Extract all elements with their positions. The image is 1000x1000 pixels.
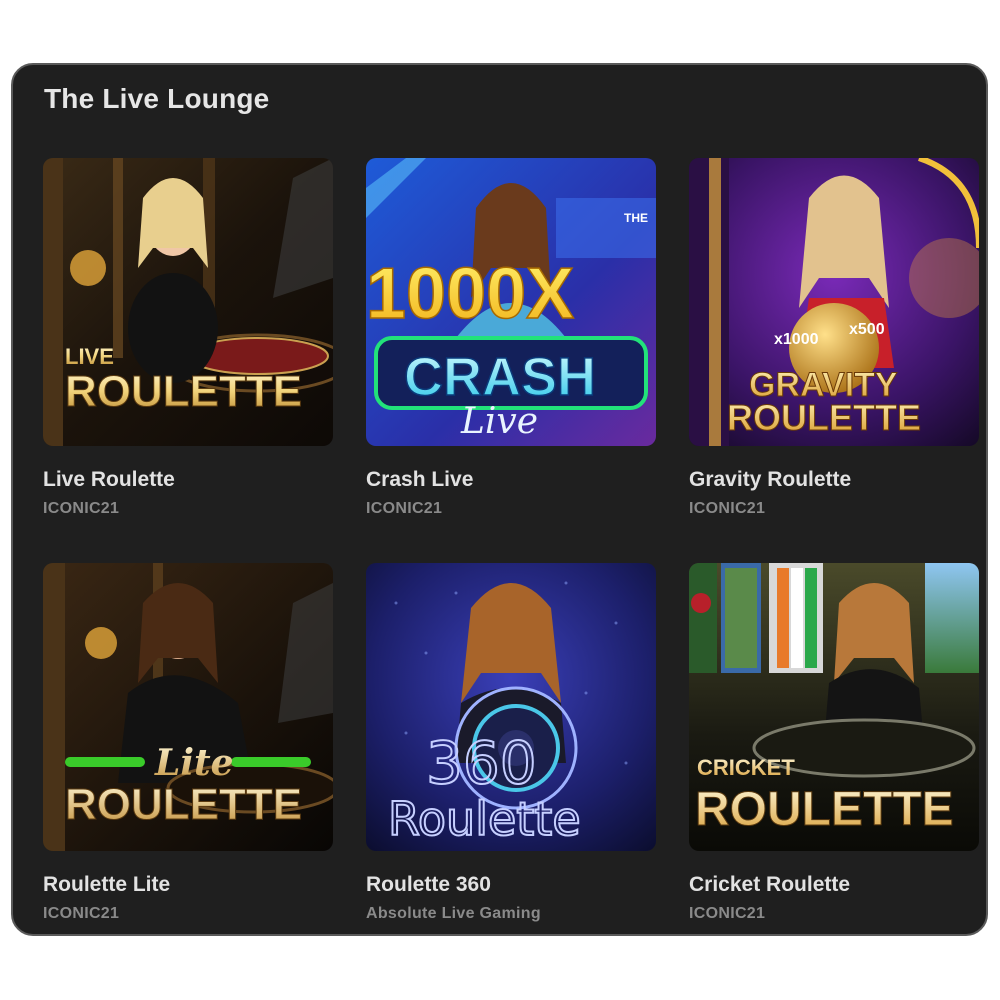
svg-text:THE: THE — [624, 211, 648, 225]
logo-big-text: ROULETTE — [65, 780, 302, 829]
logo-small-text: LIVE — [65, 344, 114, 369]
logo-script-text: Live — [460, 401, 538, 442]
game-name[interactable]: Crash Live — [366, 468, 473, 492]
game-card-roulette-360[interactable]: 360 Roulette Roulette 360 Absolute Live … — [366, 563, 656, 922]
live-lounge-panel: The Live Lounge LIVE ROULETTE Live Roule… — [11, 63, 988, 936]
game-name[interactable]: Live Roulette — [43, 468, 175, 492]
game-provider: ICONIC21 — [43, 905, 120, 922]
game-name[interactable]: Gravity Roulette — [689, 468, 851, 492]
logo-multiplier-text: 1000X — [366, 254, 574, 334]
game-card-roulette-lite[interactable]: Lite ROULETTE Roulette Lite ICONIC21 — [43, 563, 333, 922]
game-card-live-roulette[interactable]: LIVE ROULETTE Live Roulette ICONIC21 — [43, 158, 333, 517]
game-provider: Absolute Live Gaming — [366, 905, 541, 922]
game-thumbnail[interactable]: 360 Roulette — [366, 563, 656, 851]
game-provider: ICONIC21 — [43, 500, 120, 517]
section-title: The Live Lounge — [44, 83, 270, 114]
logo-number-text: 360 — [426, 729, 537, 797]
logo-script-text: Lite — [154, 742, 234, 784]
game-thumbnail[interactable]: x1000 x500 GRAVITY ROULETTE — [689, 158, 979, 446]
game-provider: ICONIC21 — [366, 500, 443, 517]
game-thumbnail[interactable]: LIVE ROULETTE — [43, 158, 333, 446]
logo-small-left-text: x1000 — [774, 331, 819, 348]
game-provider: ICONIC21 — [689, 905, 766, 922]
game-card-gravity-roulette[interactable]: x1000 x500 GRAVITY ROULETTE Gravity Roul… — [689, 158, 979, 517]
game-name[interactable]: Roulette 360 — [366, 873, 491, 897]
game-thumbnail[interactable]: Lite ROULETTE — [43, 563, 333, 851]
logo-small-right-text: x500 — [849, 321, 885, 338]
game-card-cricket-roulette[interactable]: CRICKET ROULETTE Cricket Roulette ICONIC… — [689, 563, 979, 922]
logo-big-text: ROULETTE — [65, 367, 302, 416]
game-thumbnail[interactable]: CRICKET ROULETTE — [689, 563, 979, 851]
game-name[interactable]: Roulette Lite — [43, 873, 170, 897]
game-provider: ICONIC21 — [689, 500, 766, 517]
logo-line2-text: ROULETTE — [727, 397, 921, 438]
logo-big-text: ROULETTE — [695, 783, 954, 836]
game-card-crash-live[interactable]: THE 1000X CRASH Live Crash Live ICONIC21 — [366, 158, 656, 517]
game-name[interactable]: Cricket Roulette — [689, 873, 850, 897]
game-thumbnail[interactable]: THE 1000X CRASH Live — [366, 158, 656, 446]
logo-big-text: CRASH — [404, 347, 596, 407]
logo-script-text: Roulette — [388, 792, 581, 846]
logo-small-text: CRICKET — [697, 755, 795, 780]
